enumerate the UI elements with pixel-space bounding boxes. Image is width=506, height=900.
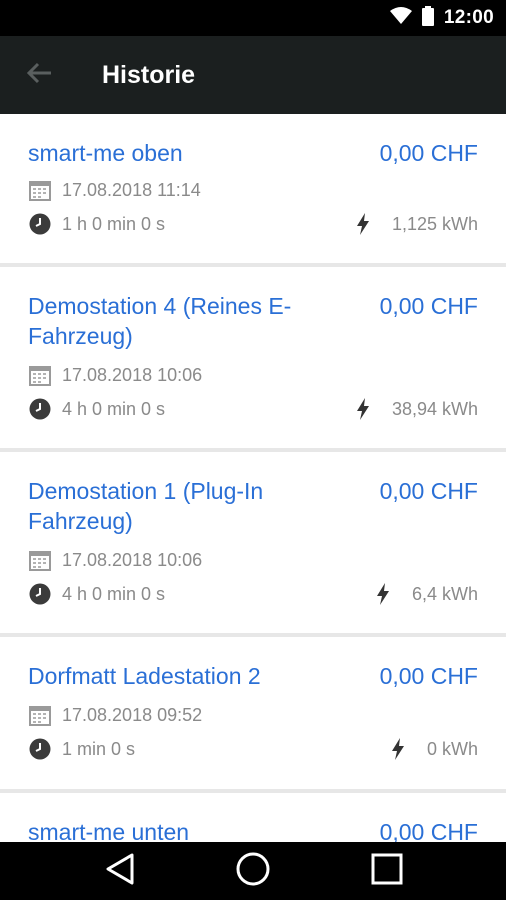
- date-row: 17.08.2018 11:14: [28, 178, 201, 202]
- calendar-icon: [28, 178, 52, 202]
- session-date: 17.08.2018 11:14: [62, 179, 201, 200]
- nav-recents-button[interactable]: [367, 852, 407, 891]
- battery-icon: [421, 5, 434, 31]
- nav-back-button[interactable]: [100, 852, 140, 891]
- session-duration: 4 h 0 min 0 s: [62, 583, 166, 604]
- arrow-left-icon: [26, 62, 52, 89]
- station-name: Demostation 1 (Plug-In Fahrzeug): [28, 478, 264, 534]
- station-name: Demostation 4 (Reines E-Fahrzeug): [28, 293, 292, 349]
- calendar-icon: [28, 548, 52, 572]
- date-row: 17.08.2018 10:06: [28, 548, 202, 572]
- history-list[interactable]: smart-me oben 0,00 CHF 17.08.2018 11:14 …: [0, 114, 506, 842]
- page-title: Historie: [102, 61, 196, 89]
- system-nav-bar: [0, 842, 506, 900]
- session-energy: 38,94 kWh: [391, 398, 478, 419]
- session-price: 0,00 CHF: [379, 819, 478, 842]
- wifi-icon: [389, 6, 412, 30]
- date-row: 17.08.2018 10:06: [28, 363, 202, 387]
- session-duration: 1 min 0 s: [62, 738, 136, 759]
- session-energy: 0 kWh: [426, 738, 478, 759]
- app-bar: Historie: [0, 36, 506, 114]
- station-name: Dorfmatt Ladestation 2: [28, 663, 261, 689]
- clock-icon: [28, 397, 52, 421]
- lightning-icon: [352, 397, 374, 421]
- session-card[interactable]: Dorfmatt Ladestation 2 0,00 CHF 17.08.20…: [0, 637, 506, 793]
- home-circle-icon: [235, 851, 271, 892]
- calendar-icon: [28, 703, 52, 727]
- clock-icon: [28, 212, 52, 236]
- session-card[interactable]: smart-me oben 0,00 CHF 17.08.2018 11:14 …: [0, 114, 506, 267]
- session-card[interactable]: Demostation 4 (Reines E-Fahrzeug) 0,00 C…: [0, 267, 506, 452]
- session-price: 0,00 CHF: [379, 478, 478, 504]
- clock-icon: [28, 582, 52, 606]
- duration-row: 4 h 0 min 0 s: [28, 397, 165, 421]
- lightning-icon: [387, 737, 409, 761]
- status-time: 12:00: [443, 7, 494, 28]
- session-date: 17.08.2018 10:06: [62, 364, 203, 385]
- duration-row: 1 min 0 s: [28, 737, 135, 761]
- session-date: 17.08.2018 10:06: [62, 549, 203, 570]
- lightning-icon: [352, 212, 374, 236]
- session-price: 0,00 CHF: [379, 293, 478, 319]
- energy-row: 1,125 kWh: [352, 212, 478, 236]
- duration-row: 4 h 0 min 0 s: [28, 582, 165, 606]
- calendar-icon: [28, 363, 52, 387]
- energy-row: 6,4 kWh: [372, 582, 478, 606]
- session-energy: 6,4 kWh: [411, 583, 478, 604]
- date-row: 17.08.2018 09:52: [28, 703, 202, 727]
- nav-home-button[interactable]: [233, 852, 273, 888]
- session-energy: 1,125 kWh: [391, 213, 478, 234]
- lightning-icon: [372, 582, 394, 606]
- session-duration: 4 h 0 min 0 s: [62, 398, 166, 419]
- session-price: 0,00 CHF: [379, 140, 478, 166]
- session-card[interactable]: Demostation 1 (Plug-In Fahrzeug) 0,00 CH…: [0, 452, 506, 637]
- status-bar: 12:00: [0, 0, 506, 36]
- recents-square-icon: [370, 852, 404, 891]
- duration-row: 1 h 0 min 0 s: [28, 212, 165, 236]
- session-date: 17.08.2018 09:52: [62, 704, 203, 725]
- session-card[interactable]: smart-me unten 0,00 CHF: [0, 793, 506, 842]
- session-duration: 1 h 0 min 0 s: [62, 213, 166, 234]
- energy-row: 38,94 kWh: [352, 397, 478, 421]
- back-button[interactable]: [24, 61, 54, 89]
- session-price: 0,00 CHF: [379, 663, 478, 689]
- energy-row: 0 kWh: [387, 737, 478, 761]
- clock-icon: [28, 737, 52, 761]
- station-name: smart-me unten: [28, 819, 190, 842]
- back-triangle-icon: [104, 852, 136, 891]
- station-name: smart-me oben: [28, 140, 183, 166]
